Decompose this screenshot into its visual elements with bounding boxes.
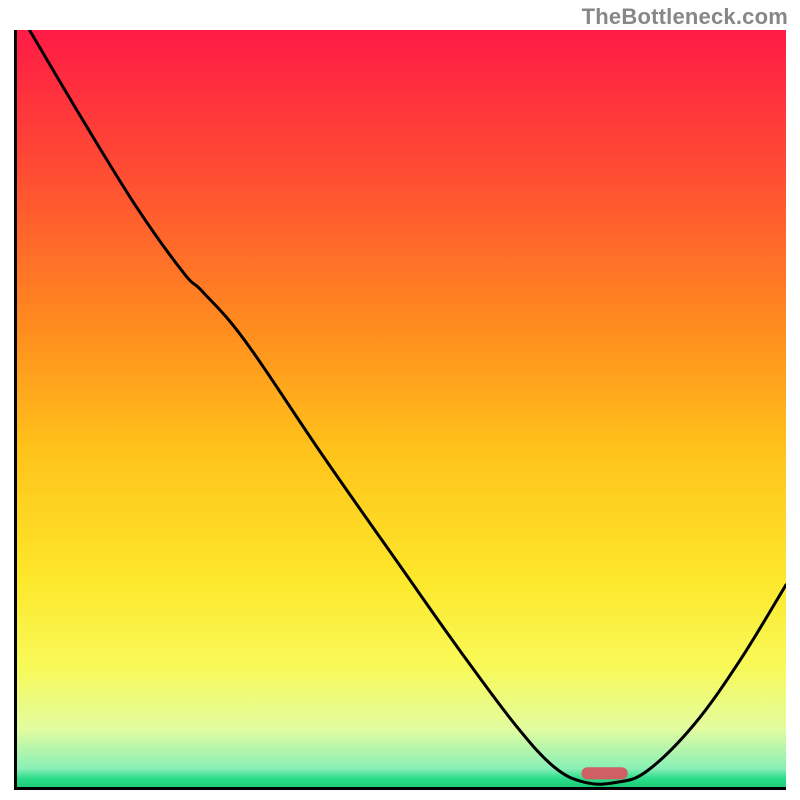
- bottleneck-chart: [14, 30, 786, 790]
- plot-background: [14, 30, 786, 790]
- watermark-text: TheBottleneck.com: [582, 4, 788, 30]
- optimum-marker: [581, 767, 627, 779]
